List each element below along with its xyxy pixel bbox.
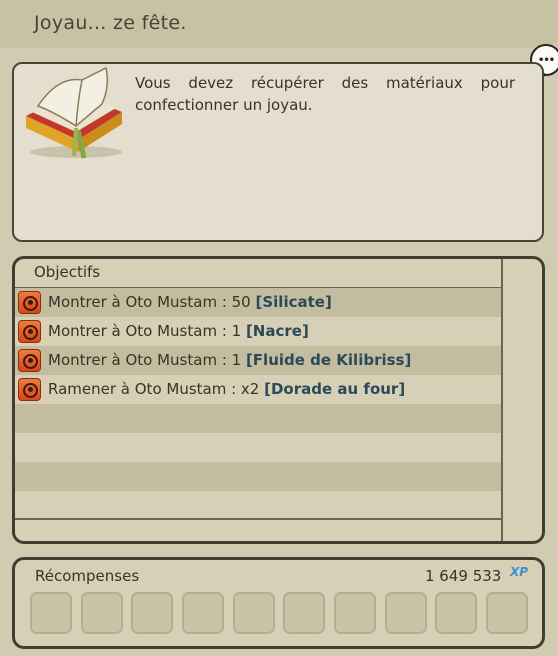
item-link-silicate[interactable]: [Silicate] (256, 293, 332, 311)
reward-slot[interactable] (233, 592, 275, 634)
reward-slot[interactable] (182, 592, 224, 634)
objective-row: Montrer à Oto Mustam : 50 [Silicate] (15, 288, 501, 317)
reward-slot[interactable] (435, 592, 477, 634)
objectives-footer-line (15, 518, 501, 520)
quest-objective-icon (18, 378, 41, 401)
xp-value: 1 649 533 (425, 567, 502, 585)
objective-row: Montrer à Oto Mustam : 1 [Fluide de Kili… (15, 346, 501, 375)
quest-description: Vous devez récupérer des matériaux pour … (135, 74, 515, 114)
empty-row (15, 433, 501, 462)
objectives-panel: Objectifs Montrer à Oto Mustam : 50 [Sil… (12, 256, 545, 544)
quest-objective-icon (18, 349, 41, 372)
objective-row: Montrer à Oto Mustam : 1 [Nacre] (15, 317, 501, 346)
objectives-header: Objectifs (15, 259, 501, 289)
quest-objective-icon (18, 291, 41, 314)
rewards-panel: Récompenses 1 649 533 XP (12, 557, 545, 649)
empty-row (15, 491, 501, 520)
objectives-title: Objectifs (34, 263, 101, 281)
xp-icon: XP (510, 565, 529, 579)
reward-slot[interactable] (283, 592, 325, 634)
item-link-dorade-au-four[interactable]: [Dorade au four] (264, 380, 405, 398)
rewards-title: Récompenses (35, 567, 140, 585)
empty-row (15, 404, 501, 433)
reward-slot[interactable] (486, 592, 528, 634)
book-icon (26, 66, 122, 159)
reward-slot[interactable] (30, 592, 72, 634)
empty-row (15, 462, 501, 491)
reward-slot[interactable] (131, 592, 173, 634)
reward-slot[interactable] (334, 592, 376, 634)
objective-row: Ramener à Oto Mustam : x2 [Dorade au fou… (15, 375, 501, 404)
item-link-fluide-de-kilibriss[interactable]: [Fluide de Kilibriss] (246, 351, 411, 369)
item-link-nacre[interactable]: [Nacre] (246, 322, 309, 340)
objective-text: Ramener à Oto Mustam : x2 (48, 380, 265, 398)
quest-title-bar: Joyau... ze fête. (0, 0, 558, 48)
objectives-divider (501, 259, 503, 541)
quest-title: Joyau... ze fête. (34, 12, 187, 34)
quest-objective-icon (18, 320, 41, 343)
objective-text: Montrer à Oto Mustam : 1 (48, 322, 246, 340)
reward-slot[interactable] (81, 592, 123, 634)
objective-text: Montrer à Oto Mustam : 50 (48, 293, 256, 311)
objective-text: Montrer à Oto Mustam : 1 (48, 351, 246, 369)
reward-slot[interactable] (385, 592, 427, 634)
